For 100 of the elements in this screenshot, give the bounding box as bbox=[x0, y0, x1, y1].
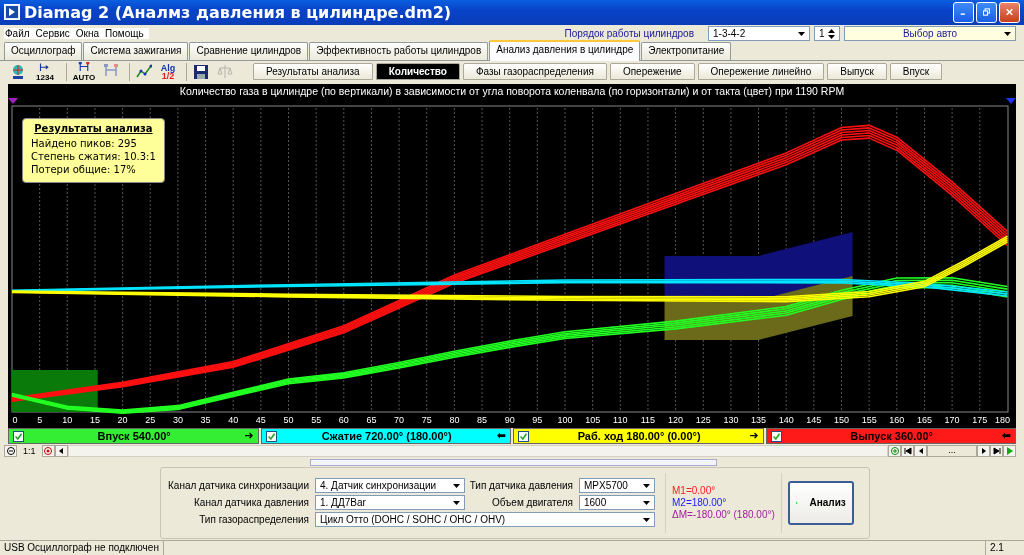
view-tab[interactable]: Фазы газораспределения bbox=[462, 63, 607, 80]
axis-label: 50 bbox=[283, 415, 294, 425]
axis-label: 160 bbox=[889, 415, 905, 425]
checkbox[interactable] bbox=[265, 430, 277, 442]
tab[interactable]: Эффективность работы цилиндров bbox=[309, 42, 489, 61]
view-tab[interactable]: Опережение линейно bbox=[697, 63, 825, 80]
dropdown-arrow-icon[interactable] bbox=[643, 517, 650, 522]
zoom-scale: 1:1 bbox=[22, 446, 37, 457]
dropdown-arrow-icon[interactable] bbox=[453, 500, 460, 505]
dropdown-field[interactable]: 1. ДД7Bar bbox=[315, 495, 465, 511]
axis-label: 165 bbox=[916, 415, 932, 425]
axis-label: 15 bbox=[89, 415, 100, 425]
tab[interactable]: Осциллограф bbox=[4, 42, 83, 61]
view-tab[interactable]: Впуск bbox=[889, 63, 943, 80]
axis-label: 55 bbox=[311, 415, 322, 425]
cylinder-spinner[interactable]: 1 bbox=[814, 26, 840, 42]
app-icon bbox=[4, 4, 20, 21]
phase-label: Выпуск 360.00° bbox=[849, 430, 934, 443]
axis-label: 170 bbox=[944, 415, 960, 425]
cylinder-order-dropdown[interactable]: 1-3-4-2 bbox=[708, 26, 810, 42]
spin-arrows-icon[interactable] bbox=[828, 28, 835, 39]
tab[interactable]: Анализ давления в цилиндре bbox=[489, 40, 641, 62]
view-tab[interactable]: Результаты анализа bbox=[253, 63, 373, 80]
dropdown-field[interactable]: 1600 bbox=[579, 495, 655, 511]
zoom-out-button[interactable] bbox=[4, 445, 17, 458]
view-tab[interactable]: Количество bbox=[375, 63, 460, 80]
field-label: Порядок работы цилиндров bbox=[564, 28, 694, 40]
last-page-button[interactable] bbox=[990, 445, 1003, 458]
dropdown-field[interactable]: Цикл Отто (DOHC / SOHC / OHC / OHV) bbox=[315, 512, 655, 528]
axis-label: 85 bbox=[477, 415, 488, 425]
phase-label: Сжатие 720.00° (180.00°) bbox=[320, 430, 453, 443]
axis-label: 145 bbox=[806, 415, 822, 425]
tooltip-text: Потери общие: 17% bbox=[31, 163, 137, 176]
menu-item[interactable]: Файл bbox=[4, 28, 31, 40]
close-button[interactable] bbox=[999, 1, 1020, 23]
check-icon bbox=[772, 432, 780, 440]
axis-label: 140 bbox=[778, 415, 794, 425]
dropdown-field[interactable]: MPX5700 bbox=[579, 478, 655, 494]
next-button[interactable] bbox=[977, 445, 990, 458]
check-icon bbox=[15, 432, 22, 440]
algorithm-button[interactable]: Alg 1/2 bbox=[158, 61, 178, 82]
checkbox[interactable] bbox=[770, 430, 782, 442]
checkbox[interactable] bbox=[13, 430, 24, 442]
axis-label: 45 bbox=[255, 415, 266, 425]
marker-icon[interactable] bbox=[1006, 98, 1016, 104]
chart-title: Количество газа в цилиндре (по вертикали) в зависимости от угла поворота коленвала (по горизонтали) и от такта (цвет) при 1190 RPM bbox=[178, 84, 846, 98]
axis-label: 20 bbox=[117, 415, 128, 425]
dropdown-arrow-icon[interactable] bbox=[643, 500, 650, 505]
field-label: Тип датчика давления bbox=[468, 480, 574, 492]
field-label: Канал датчика синхронизации bbox=[167, 480, 310, 492]
zoom-out-icon bbox=[6, 447, 15, 456]
axis-label: 90 bbox=[504, 415, 515, 425]
arrow-icon: ⬅ bbox=[1001, 430, 1011, 443]
view-tab[interactable]: Выпуск bbox=[827, 63, 887, 80]
tab[interactable]: Электропитание bbox=[641, 42, 732, 61]
dropdown-arrow-icon[interactable] bbox=[453, 483, 460, 488]
axis-label: 35 bbox=[200, 415, 211, 425]
restore-button[interactable] bbox=[976, 1, 997, 23]
version-text: 2.1 bbox=[985, 540, 1024, 555]
axis-label: 120 bbox=[668, 415, 684, 425]
tooltip-text: Найдено пиков: 295 bbox=[31, 137, 138, 150]
marker-icon[interactable] bbox=[8, 98, 18, 104]
tab[interactable]: Система зажигания bbox=[83, 42, 189, 61]
tab[interactable]: Сравнение цилиндров bbox=[189, 42, 309, 61]
axis-label: 80 bbox=[449, 415, 460, 425]
axis-label: 40 bbox=[228, 415, 239, 425]
dropdown-field[interactable]: 4. Датчик синхронизации bbox=[315, 478, 465, 494]
axis-label: 60 bbox=[338, 415, 349, 425]
zoom-in-button[interactable] bbox=[41, 445, 55, 458]
page-indicator: ... bbox=[927, 445, 977, 458]
axis-label: 70 bbox=[394, 415, 405, 425]
minimize-button[interactable] bbox=[953, 1, 974, 23]
menu-item[interactable]: Окна bbox=[74, 28, 101, 40]
field-label: Тип газораспределения bbox=[198, 514, 310, 526]
menu-item[interactable]: Помощь bbox=[104, 28, 145, 40]
checkbox[interactable] bbox=[518, 430, 529, 442]
axis-label: 30 bbox=[172, 415, 183, 425]
axis-label: 0 bbox=[12, 415, 18, 425]
menu-item[interactable]: Сервис bbox=[34, 28, 71, 40]
axis-label: 155 bbox=[861, 415, 877, 425]
previous-button[interactable] bbox=[914, 445, 927, 458]
axis-label: 135 bbox=[751, 415, 767, 425]
first-page-button[interactable] bbox=[901, 445, 914, 458]
analyze-button[interactable]: Анализ bbox=[787, 480, 854, 525]
dropdown-arrow-icon[interactable] bbox=[1004, 32, 1011, 37]
last-page-icon bbox=[992, 447, 1001, 456]
zoom-in-icon bbox=[44, 447, 52, 456]
tooltip-title: Результаты анализа bbox=[33, 122, 154, 135]
play-icon bbox=[1005, 447, 1014, 456]
view-tab[interactable]: Опережение bbox=[609, 63, 695, 80]
field-label: Канал датчика давления bbox=[193, 497, 310, 509]
marker-reading: ΔM=-180.00° (180.00°) bbox=[672, 508, 775, 521]
dropdown-arrow-icon[interactable] bbox=[798, 31, 805, 36]
scroll-left-icon bbox=[57, 447, 65, 456]
restore-icon bbox=[983, 7, 990, 18]
car-select-dropdown[interactable]: Выбор авто bbox=[844, 26, 1016, 42]
field-label: Объем двигателя bbox=[490, 497, 574, 509]
splitter-handle[interactable] bbox=[310, 458, 717, 466]
dropdown-arrow-icon[interactable] bbox=[643, 483, 650, 488]
axis-label: 115 bbox=[640, 415, 656, 425]
